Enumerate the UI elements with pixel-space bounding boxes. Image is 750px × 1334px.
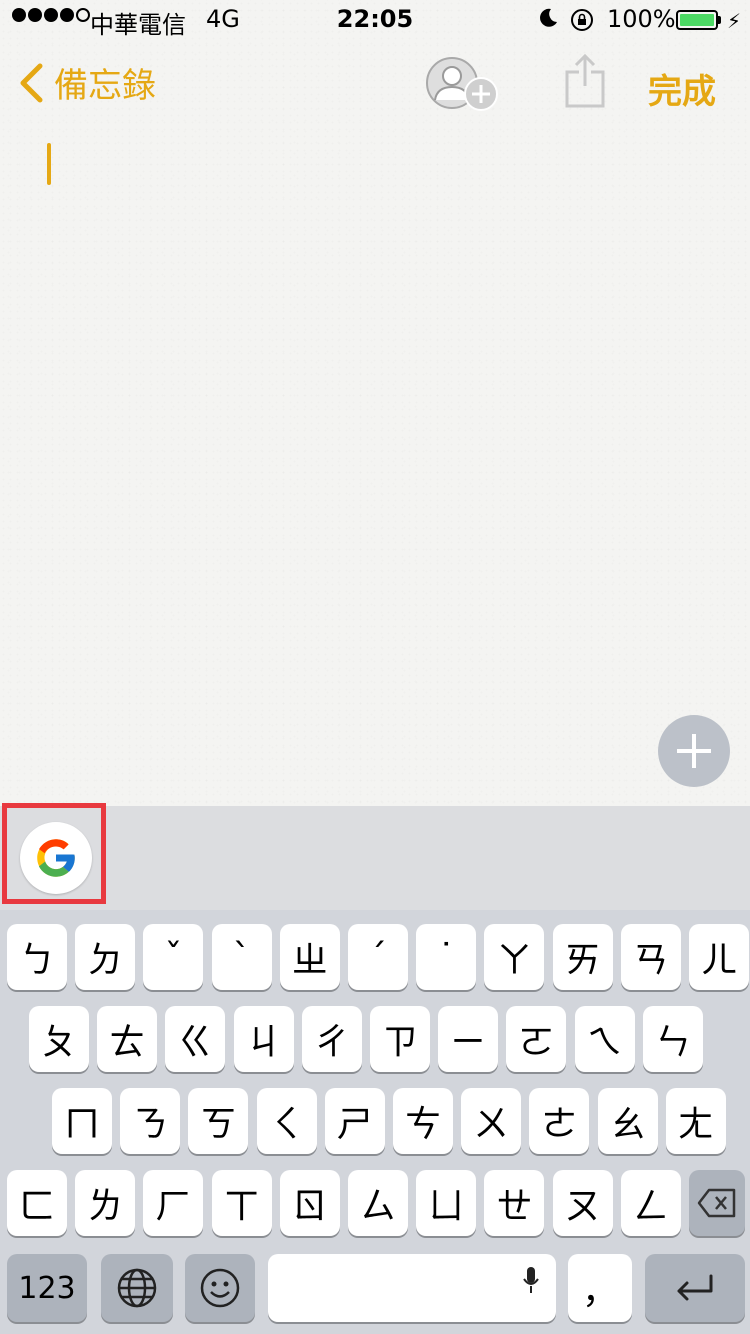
globe-icon [117,1268,157,1308]
space-key[interactable] [268,1254,556,1322]
key-row1-1[interactable]: ㄉ [75,924,136,990]
key-row2-8[interactable]: ㄟ [574,1006,635,1072]
backspace-icon [697,1188,736,1218]
share-icon[interactable] [563,52,607,110]
globe-key[interactable] [101,1254,173,1322]
key-row4-3[interactable]: ㄒ [211,1170,272,1236]
key-row1-6[interactable]: ˙ [416,924,477,990]
key-row1-7[interactable]: ㄚ [484,924,545,990]
bopomofo-keyboard: ㄅㄉ ˇ ˋ ㄓ ˊ ˙ ㄚㄞㄢㄦㄆㄊㄍㄐㄔㄗㄧㄛㄟㄣㄇㄋㄎㄑㄕㄘㄨㄜㄠㄤㄈㄌㄏㄒㄖㄙㄩㄝㄡ… [0,803,750,1334]
add-people-button[interactable] [425,56,501,112]
battery-percentage: 100% [607,5,676,33]
key-row3-2[interactable]: ㄎ [188,1088,249,1154]
key-row3-9[interactable]: ㄤ [665,1088,726,1154]
key-row3-4[interactable]: ㄕ [324,1088,385,1154]
key-row3-6[interactable]: ㄨ [461,1088,522,1154]
microphone-icon [523,1267,539,1293]
charging-icon: ⚡ [727,9,742,33]
key-row1-10[interactable]: ㄦ [689,924,749,990]
key-row4-4[interactable]: ㄖ [279,1170,340,1236]
key-row4-1[interactable]: ㄌ [75,1170,136,1236]
highlight-box [2,803,106,904]
key-row2-4[interactable]: ㄔ [301,1006,362,1072]
emoji-icon [200,1268,240,1308]
note-background[interactable] [0,0,750,806]
moon-icon [540,8,557,27]
key-row1-4[interactable]: ㄓ [279,924,340,990]
key-row2-0[interactable]: ㄆ [29,1006,89,1072]
plus-icon [677,734,711,768]
rotation-lock-icon [571,9,593,31]
key-row1-8[interactable]: ㄞ [552,924,613,990]
chevron-left-icon [20,63,43,102]
return-key[interactable] [645,1254,745,1322]
back-button-label: 備忘錄 [54,66,156,106]
keyboard-suggestion-bar [0,803,750,910]
key-row2-1[interactable]: ㄊ [97,1006,158,1072]
key-row1-2[interactable]: ˇ [143,924,204,990]
key-row3-7[interactable]: ㄜ [529,1088,590,1154]
text-cursor [47,143,51,185]
battery-icon [676,10,718,30]
comma-key[interactable]: ， [568,1254,632,1322]
key-row3-8[interactable]: ㄠ [597,1088,658,1154]
key-row3-5[interactable]: ㄘ [393,1088,453,1154]
key-row1-5[interactable]: ˊ [348,924,408,990]
done-button[interactable]: 完成 [648,64,716,113]
status-bar: 中華電信 4G 22:05 100% ⚡ [0,0,750,40]
emoji-key[interactable] [185,1254,255,1322]
key-row4-8[interactable]: ㄡ [552,1170,613,1236]
return-icon [677,1274,713,1301]
back-button[interactable]: 備忘錄 [18,58,156,107]
key-row4-0[interactable]: ㄈ [7,1170,67,1236]
key-row3-1[interactable]: ㄋ [120,1088,181,1154]
key-row3-0[interactable]: ㄇ [52,1088,112,1154]
key-row2-2[interactable]: ㄍ [165,1006,226,1072]
key-row1-9[interactable]: ㄢ [620,924,681,990]
key-row2-9[interactable]: ㄣ [642,1006,703,1072]
key-row4-2[interactable]: ㄏ [143,1170,204,1236]
key-row2-3[interactable]: ㄐ [233,1006,294,1072]
key-row4-5[interactable]: ㄙ [348,1170,408,1236]
key-row2-5[interactable]: ㄗ [370,1006,430,1072]
key-row1-0[interactable]: ㄅ [7,924,67,990]
key-row1-3[interactable]: ˋ [211,924,272,990]
numbers-key[interactable]: 123 [7,1254,87,1322]
key-row2-6[interactable]: ㄧ [438,1006,499,1072]
key-row4-7[interactable]: ㄝ [484,1170,545,1236]
delete-key[interactable] [689,1170,745,1236]
key-row3-3[interactable]: ㄑ [256,1088,317,1154]
key-row4-9[interactable]: ㄥ [620,1170,681,1236]
key-row4-6[interactable]: ㄩ [416,1170,477,1236]
add-attachment-button[interactable] [658,715,730,787]
key-row2-7[interactable]: ㄛ [506,1006,567,1072]
